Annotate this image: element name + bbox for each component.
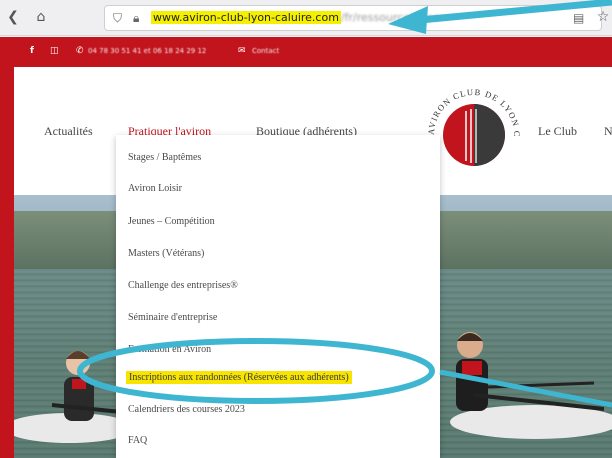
contact-bar: f ◫ ✆ 04 78 30 51 41 et 06 18 24 29 12 ✉…	[0, 37, 612, 67]
phone-icon: ✆	[76, 46, 84, 56]
url-domain: www.aviron-club-lyon-caluire.com	[151, 11, 341, 24]
url-text[interactable]: www.aviron-club-lyon-caluire.com/fr/ress…	[151, 11, 439, 24]
menu-item-formation[interactable]: Formation en Aviron	[128, 344, 211, 355]
home-icon[interactable]: ⌂	[32, 8, 50, 26]
nav-actualites[interactable]: Actualités	[44, 124, 93, 139]
nav-next-item[interactable]: N	[604, 124, 612, 139]
instagram-icon[interactable]: ◫	[50, 46, 59, 56]
mail-icon: ✉	[238, 46, 246, 56]
star-icon[interactable]: ☆	[594, 8, 612, 26]
menu-item-stages[interactable]: Stages / Baptêmes	[128, 152, 201, 163]
address-bar[interactable]: ⛉ 🔒︎ www.aviron-club-lyon-caluire.com/fr…	[104, 5, 602, 31]
menu-item-faq[interactable]: FAQ	[128, 435, 147, 446]
rower-right	[456, 332, 604, 411]
facebook-icon[interactable]: f	[30, 46, 34, 56]
phone-numbers[interactable]: 04 78 30 51 41 et 06 18 24 29 12	[88, 47, 206, 55]
menu-item-calendriers[interactable]: Calendriers des courses 2023	[128, 404, 245, 415]
reader-icon[interactable]: ▤	[573, 11, 584, 25]
menu-item-inscriptions-randonnees[interactable]: Inscriptions aux randonnées (Réservées a…	[126, 371, 352, 384]
browser-toolbar: ❮ ⌂ ⛉ 🔒︎ www.aviron-club-lyon-caluire.co…	[0, 0, 612, 36]
menu-item-seminaire[interactable]: Séminaire d'entreprise	[128, 312, 217, 323]
back-icon[interactable]: ❮	[4, 8, 22, 26]
url-path: /fr/ressources/doc	[340, 11, 440, 24]
menu-item-masters[interactable]: Masters (Vétérans)	[128, 248, 204, 259]
menu-item-challenge-entreprises[interactable]: Challenge des entreprises®	[128, 280, 238, 291]
dropdown-pratiquer-aviron: Stages / Baptêmes Aviron Loisir Jeunes –…	[116, 135, 440, 458]
nav-le-club[interactable]: Le Club	[538, 124, 577, 139]
menu-item-jeunes-competition[interactable]: Jeunes – Compétition	[128, 216, 215, 227]
menu-item-aviron-loisir[interactable]: Aviron Loisir	[128, 183, 182, 194]
shield-icon[interactable]: ⛉	[113, 11, 122, 26]
logo-dark-half	[474, 104, 505, 166]
lock-icon[interactable]: 🔒︎	[133, 11, 139, 26]
contact-link[interactable]: Contact	[252, 47, 279, 55]
left-red-edge	[0, 67, 14, 458]
